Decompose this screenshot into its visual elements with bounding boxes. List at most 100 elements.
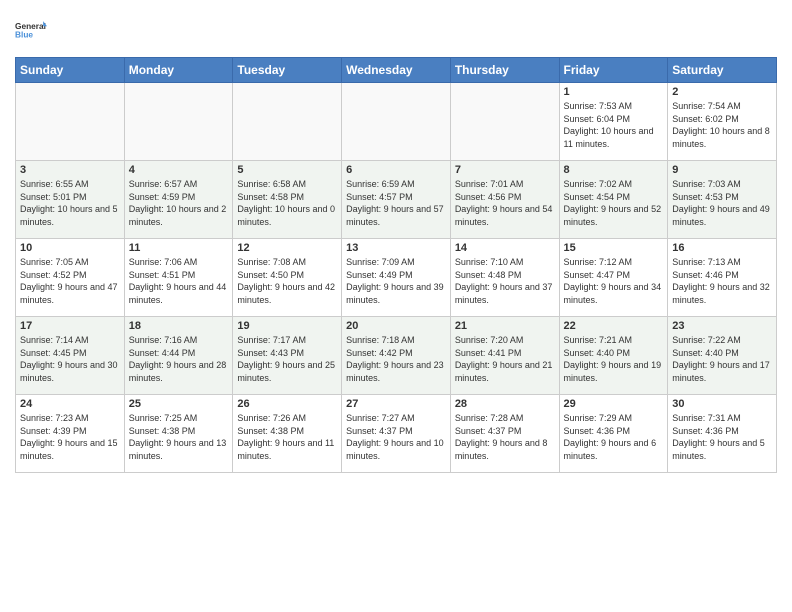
day-info: Sunrise: 6:57 AM Sunset: 4:59 PM Dayligh… bbox=[129, 178, 229, 228]
calendar-cell: 17 Sunrise: 7:14 AM Sunset: 4:45 PM Dayli… bbox=[16, 317, 125, 395]
calendar-cell: 5Sunrise: 6:58 AM Sunset: 4:58 PM Daylig… bbox=[233, 161, 342, 239]
day-number: 20 bbox=[346, 320, 446, 332]
day-number: 12 bbox=[237, 242, 337, 254]
calendar-cell: 11 Sunrise: 7:06 AM Sunset: 4:51 PM Dayli… bbox=[124, 239, 233, 317]
calendar-cell: 18 Sunrise: 7:16 AM Sunset: 4:44 PM Dayli… bbox=[124, 317, 233, 395]
calendar-cell: 4 Sunrise: 6:57 AM Sunset: 4:59 PM Daylig… bbox=[124, 161, 233, 239]
calendar-cell bbox=[450, 83, 559, 161]
day-number: 2 bbox=[672, 86, 772, 98]
day-number: 11 bbox=[129, 242, 229, 254]
day-info: Sunrise: 7:12 AM Sunset: 4:47 PM Dayligh… bbox=[564, 256, 664, 306]
calendar-cell: 25 Sunrise: 7:25 AM Sunset: 4:38 PM Dayli… bbox=[124, 395, 233, 473]
day-number: 26 bbox=[237, 398, 337, 410]
calendar-cell: 28 Sunrise: 7:28 AM Sunset: 4:37 PM Dayli… bbox=[450, 395, 559, 473]
calendar-cell: 19Sunrise: 7:17 AM Sunset: 4:43 PM Dayli… bbox=[233, 317, 342, 395]
weekday-tuesday: Tuesday bbox=[233, 58, 342, 83]
day-number: 16 bbox=[672, 242, 772, 254]
day-number: 5 bbox=[237, 164, 337, 176]
svg-text:Blue: Blue bbox=[15, 30, 33, 40]
calendar-cell: 26 Sunrise: 7:26 AM Sunset: 4:38 PM Dayli… bbox=[233, 395, 342, 473]
calendar-cell: 29 Sunrise: 7:29 AM Sunset: 4:36 PM Dayli… bbox=[559, 395, 668, 473]
weekday-thursday: Thursday bbox=[450, 58, 559, 83]
week-row-4: 17 Sunrise: 7:14 AM Sunset: 4:45 PM Dayli… bbox=[16, 317, 777, 395]
day-number: 14 bbox=[455, 242, 555, 254]
weekday-monday: Monday bbox=[124, 58, 233, 83]
day-number: 28 bbox=[455, 398, 555, 410]
logo-svg: General Blue bbox=[15, 15, 47, 47]
day-number: 21 bbox=[455, 320, 555, 332]
weekday-wednesday: Wednesday bbox=[342, 58, 451, 83]
day-number: 3 bbox=[20, 164, 120, 176]
day-info: Sunrise: 7:21 AM Sunset: 4:40 PM Dayligh… bbox=[564, 334, 664, 384]
calendar-cell bbox=[16, 83, 125, 161]
calendar-cell: 30Sunrise: 7:31 AM Sunset: 4:36 PM Dayli… bbox=[668, 395, 777, 473]
day-number: 9 bbox=[672, 164, 772, 176]
day-info: Sunrise: 7:22 AM Sunset: 4:40 PM Dayligh… bbox=[672, 334, 772, 384]
day-info: Sunrise: 7:10 AM Sunset: 4:48 PM Dayligh… bbox=[455, 256, 555, 306]
calendar-cell: 24Sunrise: 7:23 AM Sunset: 4:39 PM Dayli… bbox=[16, 395, 125, 473]
calendar-cell: 21Sunrise: 7:20 AM Sunset: 4:41 PM Dayli… bbox=[450, 317, 559, 395]
day-number: 15 bbox=[564, 242, 664, 254]
day-info: Sunrise: 7:53 AM Sunset: 6:04 PM Dayligh… bbox=[564, 100, 664, 150]
day-info: Sunrise: 7:16 AM Sunset: 4:44 PM Dayligh… bbox=[129, 334, 229, 384]
calendar-cell: 15 Sunrise: 7:12 AM Sunset: 4:47 PM Dayli… bbox=[559, 239, 668, 317]
day-number: 17 bbox=[20, 320, 120, 332]
page-container: General Blue SundayMondayTuesdayWednesda… bbox=[0, 0, 792, 483]
weekday-friday: Friday bbox=[559, 58, 668, 83]
day-info: Sunrise: 7:14 AM Sunset: 4:45 PM Dayligh… bbox=[20, 334, 120, 384]
calendar-cell: 23 Sunrise: 7:22 AM Sunset: 4:40 PM Dayli… bbox=[668, 317, 777, 395]
day-info: Sunrise: 7:31 AM Sunset: 4:36 PM Dayligh… bbox=[672, 412, 772, 462]
day-info: Sunrise: 7:26 AM Sunset: 4:38 PM Dayligh… bbox=[237, 412, 337, 462]
calendar-cell: 16 Sunrise: 7:13 AM Sunset: 4:46 PM Dayli… bbox=[668, 239, 777, 317]
day-number: 27 bbox=[346, 398, 446, 410]
calendar-cell: 8Sunrise: 7:02 AM Sunset: 4:54 PM Daylig… bbox=[559, 161, 668, 239]
week-row-5: 24Sunrise: 7:23 AM Sunset: 4:39 PM Dayli… bbox=[16, 395, 777, 473]
day-number: 23 bbox=[672, 320, 772, 332]
calendar-cell: 1Sunrise: 7:53 AM Sunset: 6:04 PM Daylig… bbox=[559, 83, 668, 161]
day-number: 19 bbox=[237, 320, 337, 332]
calendar-cell: 7 Sunrise: 7:01 AM Sunset: 4:56 PM Daylig… bbox=[450, 161, 559, 239]
day-info: Sunrise: 6:59 AM Sunset: 4:57 PM Dayligh… bbox=[346, 178, 446, 228]
calendar-cell: 3 Sunrise: 6:55 AM Sunset: 5:01 PM Daylig… bbox=[16, 161, 125, 239]
day-info: Sunrise: 7:25 AM Sunset: 4:38 PM Dayligh… bbox=[129, 412, 229, 462]
week-row-3: 10 Sunrise: 7:05 AM Sunset: 4:52 PM Dayli… bbox=[16, 239, 777, 317]
day-info: Sunrise: 7:05 AM Sunset: 4:52 PM Dayligh… bbox=[20, 256, 120, 306]
day-number: 4 bbox=[129, 164, 229, 176]
day-number: 10 bbox=[20, 242, 120, 254]
day-number: 24 bbox=[20, 398, 120, 410]
weekday-sunday: Sunday bbox=[16, 58, 125, 83]
day-info: Sunrise: 7:02 AM Sunset: 4:54 PM Dayligh… bbox=[564, 178, 664, 228]
day-info: Sunrise: 7:03 AM Sunset: 4:53 PM Dayligh… bbox=[672, 178, 772, 228]
day-number: 25 bbox=[129, 398, 229, 410]
header-area: General Blue bbox=[15, 15, 777, 47]
day-number: 7 bbox=[455, 164, 555, 176]
calendar-cell: 13Sunrise: 7:09 AM Sunset: 4:49 PM Dayli… bbox=[342, 239, 451, 317]
day-info: Sunrise: 7:01 AM Sunset: 4:56 PM Dayligh… bbox=[455, 178, 555, 228]
calendar-cell: 20 Sunrise: 7:18 AM Sunset: 4:42 PM Dayli… bbox=[342, 317, 451, 395]
calendar-cell: 9 Sunrise: 7:03 AM Sunset: 4:53 PM Daylig… bbox=[668, 161, 777, 239]
calendar-cell: 2Sunrise: 7:54 AM Sunset: 6:02 PM Daylig… bbox=[668, 83, 777, 161]
weekday-saturday: Saturday bbox=[668, 58, 777, 83]
day-info: Sunrise: 7:29 AM Sunset: 4:36 PM Dayligh… bbox=[564, 412, 664, 462]
day-info: Sunrise: 7:27 AM Sunset: 4:37 PM Dayligh… bbox=[346, 412, 446, 462]
day-info: Sunrise: 7:28 AM Sunset: 4:37 PM Dayligh… bbox=[455, 412, 555, 462]
calendar-cell: 10 Sunrise: 7:05 AM Sunset: 4:52 PM Dayli… bbox=[16, 239, 125, 317]
day-number: 6 bbox=[346, 164, 446, 176]
week-row-2: 3 Sunrise: 6:55 AM Sunset: 5:01 PM Daylig… bbox=[16, 161, 777, 239]
calendar-cell: 27 Sunrise: 7:27 AM Sunset: 4:37 PM Dayli… bbox=[342, 395, 451, 473]
calendar-cell bbox=[233, 83, 342, 161]
day-number: 29 bbox=[564, 398, 664, 410]
day-info: Sunrise: 7:06 AM Sunset: 4:51 PM Dayligh… bbox=[129, 256, 229, 306]
week-row-1: 1Sunrise: 7:53 AM Sunset: 6:04 PM Daylig… bbox=[16, 83, 777, 161]
day-info: Sunrise: 6:55 AM Sunset: 5:01 PM Dayligh… bbox=[20, 178, 120, 228]
calendar-cell bbox=[124, 83, 233, 161]
weekday-header-row: SundayMondayTuesdayWednesdayThursdayFrid… bbox=[16, 58, 777, 83]
day-info: Sunrise: 7:08 AM Sunset: 4:50 PM Dayligh… bbox=[237, 256, 337, 306]
calendar-table: SundayMondayTuesdayWednesdayThursdayFrid… bbox=[15, 57, 777, 473]
logo: General Blue bbox=[15, 15, 47, 47]
day-info: Sunrise: 7:13 AM Sunset: 4:46 PM Dayligh… bbox=[672, 256, 772, 306]
day-number: 22 bbox=[564, 320, 664, 332]
day-info: Sunrise: 7:18 AM Sunset: 4:42 PM Dayligh… bbox=[346, 334, 446, 384]
day-number: 18 bbox=[129, 320, 229, 332]
calendar-cell: 6 Sunrise: 6:59 AM Sunset: 4:57 PM Daylig… bbox=[342, 161, 451, 239]
